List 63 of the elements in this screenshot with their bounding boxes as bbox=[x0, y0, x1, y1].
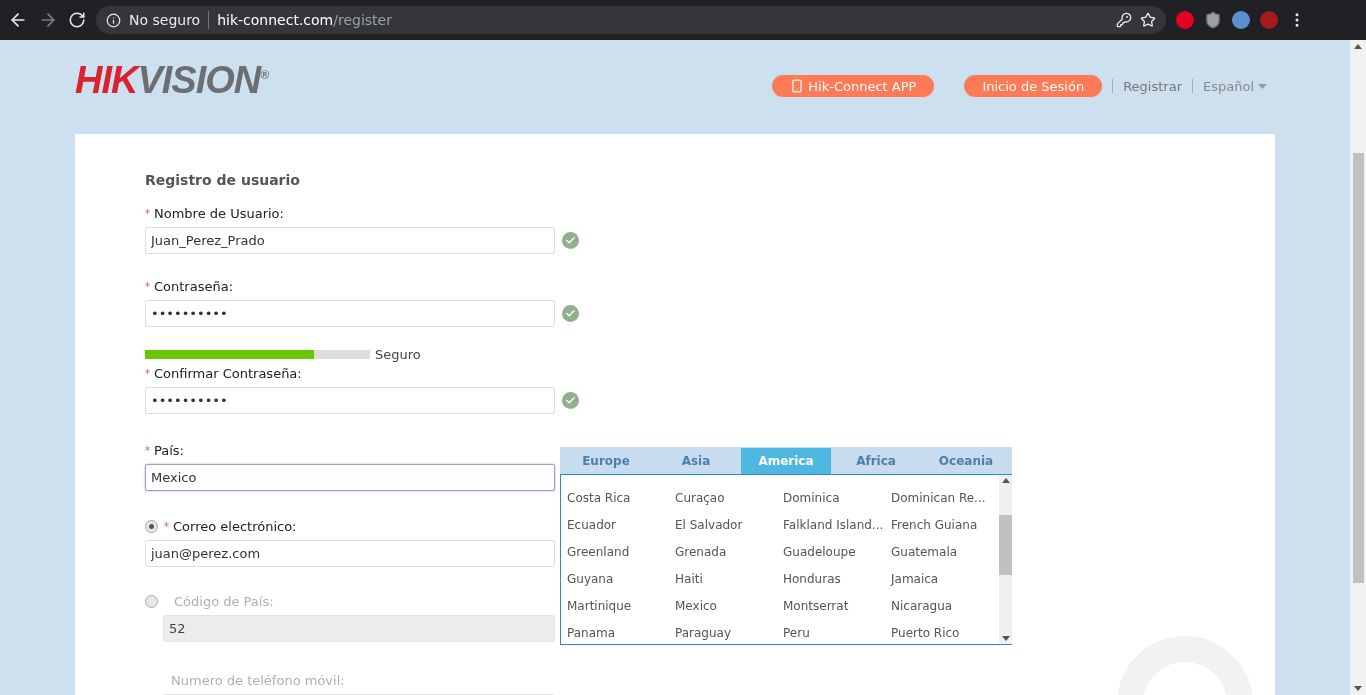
password-field[interactable]: •••••••••• bbox=[145, 300, 555, 327]
field-label: Correo electrónico: bbox=[173, 518, 297, 534]
country-option[interactable]: Nicaragua bbox=[891, 598, 999, 613]
country-option[interactable]: Grenada bbox=[675, 544, 783, 559]
country-option[interactable]: Puerto Rico bbox=[891, 625, 999, 640]
reload-icon[interactable] bbox=[68, 11, 86, 29]
security-label: No seguro bbox=[129, 12, 201, 28]
logo: HIKVISION$^{®}$ bbox=[75, 58, 269, 102]
scrollbar[interactable] bbox=[999, 475, 1012, 644]
star-icon[interactable] bbox=[1140, 12, 1156, 28]
required-mark: * bbox=[145, 280, 150, 292]
scroll-up-icon[interactable] bbox=[1354, 44, 1362, 49]
country-option[interactable]: Guadeloupe bbox=[783, 544, 891, 559]
page-scrollbar[interactable] bbox=[1350, 40, 1366, 695]
scroll-down-icon[interactable] bbox=[1001, 636, 1010, 641]
strength-label: Seguro bbox=[375, 347, 421, 362]
required-mark: * bbox=[164, 520, 169, 532]
field-label: Confirmar Contraseña: bbox=[154, 365, 302, 381]
country-option[interactable]: Paraguay bbox=[675, 625, 783, 640]
caret-icon bbox=[1258, 83, 1267, 89]
country-option[interactable]: Costa Rica bbox=[567, 490, 675, 505]
country-option[interactable]: Haiti bbox=[675, 571, 783, 586]
country-option[interactable]: Montserrat bbox=[783, 598, 891, 613]
country-option[interactable]: Peru bbox=[783, 625, 891, 640]
key-icon[interactable] bbox=[1116, 12, 1132, 28]
country-option[interactable]: Curaçao bbox=[675, 490, 783, 505]
email-radio[interactable] bbox=[145, 519, 158, 533]
country-option[interactable]: Martinique bbox=[567, 598, 675, 613]
country-option[interactable]: Guatemala bbox=[891, 544, 999, 559]
country-option[interactable]: Dominican Re... bbox=[891, 490, 999, 505]
field-label: Contraseña: bbox=[154, 278, 234, 294]
address-bar[interactable]: No seguro hik-connect.com/register bbox=[96, 6, 1166, 34]
required-mark: * bbox=[145, 367, 150, 379]
country-option[interactable]: Greenland bbox=[567, 544, 675, 559]
country-option[interactable]: Honduras bbox=[783, 571, 891, 586]
country-option[interactable]: Falkland Island... bbox=[783, 517, 891, 532]
country-option[interactable]: Mexico bbox=[675, 598, 783, 613]
username-field[interactable]: Juan_Perez_Prado bbox=[145, 227, 555, 254]
extension-icon[interactable] bbox=[1176, 11, 1194, 29]
country-option[interactable]: El Salvador bbox=[675, 517, 783, 532]
shield-icon[interactable] bbox=[1204, 11, 1222, 29]
required-mark: * bbox=[145, 444, 150, 456]
extension-icon[interactable] bbox=[1232, 11, 1250, 29]
scroll-up-icon[interactable] bbox=[1001, 478, 1010, 483]
field-label: Código de País: bbox=[174, 593, 274, 609]
scroll-down-icon[interactable] bbox=[1354, 686, 1362, 691]
field-label: Nombre de Usuario: bbox=[154, 205, 284, 221]
url-text: hik-connect.com/register bbox=[217, 12, 392, 28]
country-option[interactable]: Dominica bbox=[783, 490, 891, 505]
info-icon[interactable] bbox=[106, 12, 121, 28]
country-option[interactable]: Panama bbox=[567, 625, 675, 640]
email-field[interactable]: juan@perez.com bbox=[145, 540, 555, 567]
form-title: Registro de usuario bbox=[145, 172, 301, 188]
required-mark: * bbox=[145, 207, 150, 219]
confirm-password-field[interactable]: •••••••••• bbox=[145, 387, 555, 414]
country-option[interactable]: Ecuador bbox=[567, 517, 675, 532]
field-label: Numero de teléfono móvil: bbox=[171, 672, 345, 688]
country-field[interactable]: Mexico bbox=[145, 464, 555, 491]
field-label: País: bbox=[154, 442, 184, 458]
phone-icon bbox=[790, 79, 805, 93]
country-option[interactable]: Guyana bbox=[567, 571, 675, 586]
country-option[interactable]: Jamaica bbox=[891, 571, 999, 586]
country-option[interactable]: French Guiana bbox=[891, 517, 999, 532]
